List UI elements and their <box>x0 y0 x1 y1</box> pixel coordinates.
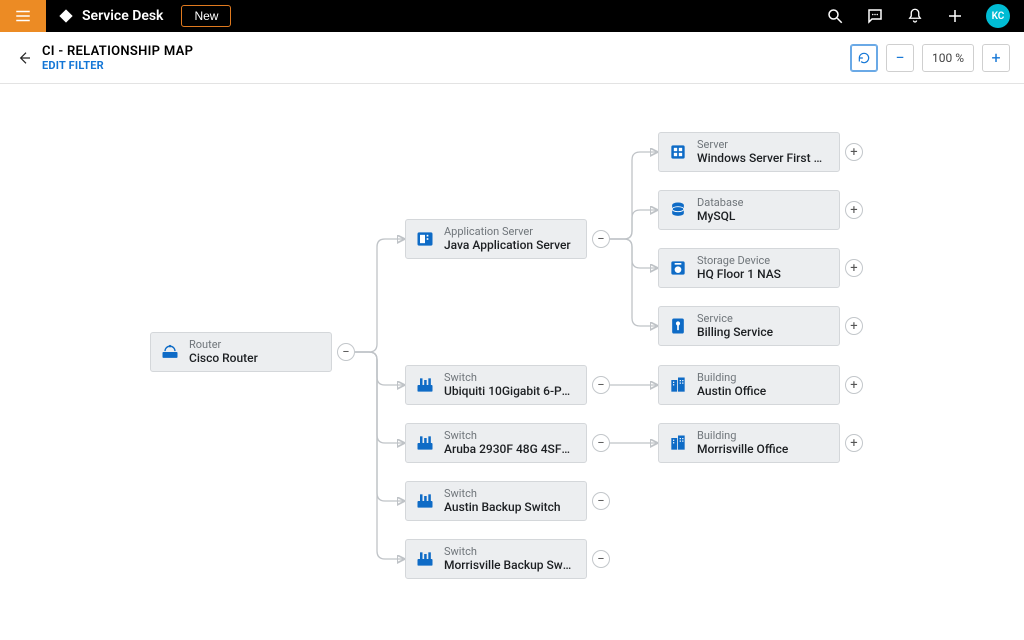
chat-icon[interactable] <box>866 7 884 25</box>
brand: Service Desk <box>46 8 163 24</box>
node-name: Austin Office <box>697 384 766 398</box>
arrow-left-icon <box>16 50 32 66</box>
router-icon <box>151 342 189 362</box>
node-name: Windows Server First floor <box>697 151 827 165</box>
zoom-out-button[interactable]: − <box>886 44 914 72</box>
refresh-button[interactable] <box>850 44 878 72</box>
service-icon <box>659 316 697 336</box>
bell-icon[interactable] <box>906 7 924 25</box>
node-building[interactable]: Building Morrisville Office <box>658 423 840 463</box>
switch-icon <box>406 433 444 453</box>
brand-label: Service Desk <box>82 8 163 24</box>
expand-button[interactable]: + <box>845 317 863 335</box>
collapse-button[interactable]: − <box>337 343 355 361</box>
topbar-right: KC <box>826 4 1024 28</box>
edit-filter-link[interactable]: EDIT FILTER <box>42 59 193 72</box>
menu-icon <box>14 7 32 25</box>
node-type: Service <box>697 312 773 325</box>
building-icon <box>659 375 697 395</box>
collapse-button[interactable]: − <box>592 434 610 452</box>
node-switch[interactable]: Switch Morrisville Backup Switch <box>405 539 587 579</box>
server-icon <box>659 142 697 162</box>
back-button[interactable] <box>14 50 34 66</box>
hamburger-menu[interactable] <box>0 0 46 32</box>
page-title: CI - RELATIONSHIP MAP <box>42 44 193 59</box>
node-name: Billing Service <box>697 325 773 339</box>
collapse-button[interactable]: − <box>592 230 610 248</box>
node-service[interactable]: Service Billing Service <box>658 306 840 346</box>
building-icon <box>659 433 697 453</box>
refresh-icon <box>857 51 871 65</box>
zoom-controls: − 100 % + <box>850 44 1010 72</box>
node-type: Switch <box>444 487 561 500</box>
node-switch[interactable]: Switch Aruba 2930F 48G 4SFP+... <box>405 423 587 463</box>
new-button[interactable]: New <box>181 5 231 27</box>
node-type: Storage Device <box>697 254 781 267</box>
page-titles: CI - RELATIONSHIP MAP EDIT FILTER <box>42 44 193 72</box>
node-name: Ubiquiti 10Gigabit 6-Por... <box>444 384 574 398</box>
relationship-map[interactable]: Router Cisco Router − Application Server… <box>0 84 1024 640</box>
expand-button[interactable]: + <box>845 143 863 161</box>
node-type: Server <box>697 138 827 151</box>
top-bar: Service Desk New KC <box>0 0 1024 32</box>
node-type: Building <box>697 371 766 384</box>
node-type: Switch <box>444 371 574 384</box>
node-type: Switch <box>444 429 574 442</box>
expand-button[interactable]: + <box>845 376 863 394</box>
node-building[interactable]: Building Austin Office <box>658 365 840 405</box>
zoom-in-button[interactable]: + <box>982 44 1010 72</box>
node-storage[interactable]: Storage Device HQ Floor 1 NAS <box>658 248 840 288</box>
avatar[interactable]: KC <box>986 4 1010 28</box>
storage-icon <box>659 258 697 278</box>
appserver-icon <box>406 229 444 249</box>
node-switch[interactable]: Switch Ubiquiti 10Gigabit 6-Por... <box>405 365 587 405</box>
search-icon[interactable] <box>826 7 844 25</box>
node-name: MySQL <box>697 209 743 223</box>
node-database[interactable]: Database MySQL <box>658 190 840 230</box>
node-type: Building <box>697 429 788 442</box>
collapse-button[interactable]: − <box>592 550 610 568</box>
node-name: Java Application Server <box>444 238 571 252</box>
plus-icon[interactable] <box>946 7 964 25</box>
node-type: Router <box>189 338 258 351</box>
node-name: HQ Floor 1 NAS <box>697 267 781 281</box>
switch-icon <box>406 375 444 395</box>
expand-button[interactable]: + <box>845 259 863 277</box>
node-name: Morrisville Office <box>697 442 788 456</box>
node-name: Cisco Router <box>189 351 258 365</box>
node-name: Aruba 2930F 48G 4SFP+... <box>444 442 574 456</box>
sub-header: CI - RELATIONSHIP MAP EDIT FILTER − 100 … <box>0 32 1024 84</box>
database-icon <box>659 200 697 220</box>
expand-button[interactable]: + <box>845 434 863 452</box>
collapse-button[interactable]: − <box>592 376 610 394</box>
switch-icon <box>406 549 444 569</box>
zoom-level: 100 % <box>922 44 974 72</box>
node-server[interactable]: Server Windows Server First floor <box>658 132 840 172</box>
node-switch[interactable]: Switch Austin Backup Switch <box>405 481 587 521</box>
node-type: Switch <box>444 545 574 558</box>
switch-icon <box>406 491 444 511</box>
node-type: Application Server <box>444 225 571 238</box>
node-root[interactable]: Router Cisco Router <box>150 332 332 372</box>
collapse-button[interactable]: − <box>592 492 610 510</box>
expand-button[interactable]: + <box>845 201 863 219</box>
node-name: Morrisville Backup Switch <box>444 558 574 572</box>
node-appserver[interactable]: Application Server Java Application Serv… <box>405 219 587 259</box>
node-name: Austin Backup Switch <box>444 500 561 514</box>
node-type: Database <box>697 196 743 209</box>
brand-icon <box>58 8 74 24</box>
